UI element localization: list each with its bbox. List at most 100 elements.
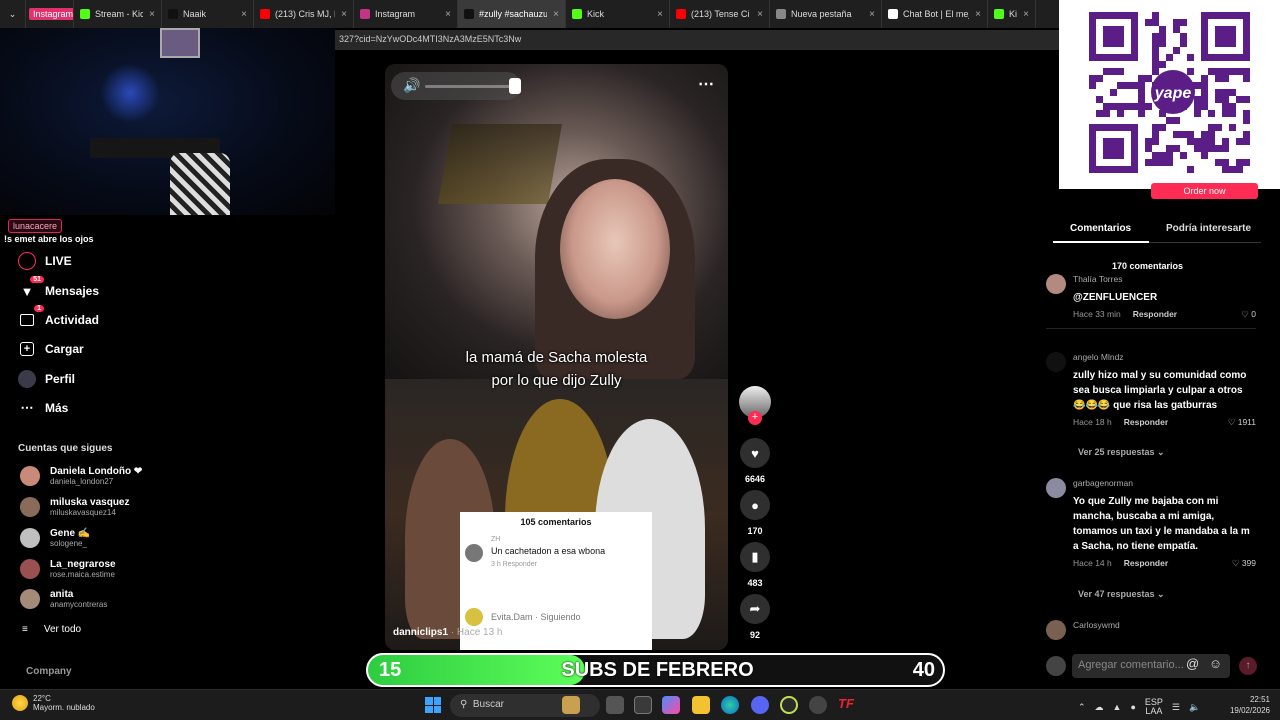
comment-action[interactable]: ● 170 [739, 490, 771, 536]
browser-tab[interactable]: Kick × [566, 0, 670, 28]
following-item[interactable]: Daniela Londoño ❤ daniela_london27 [20, 466, 142, 486]
company-link[interactable]: Company [26, 666, 72, 677]
video-author[interactable]: danniclips1 · Hace 13 h [393, 627, 503, 638]
browser-tab[interactable]: Naaik × [162, 0, 254, 28]
comment-user[interactable]: angelo Mlndz [1073, 352, 1256, 362]
nav-messages-label: Mensajes [45, 284, 100, 298]
tab-related[interactable]: Podría interesarte [1166, 223, 1251, 234]
browser-tab[interactable]: Stream - Kick Dash× [74, 0, 162, 28]
widget-app-icon[interactable] [562, 696, 580, 714]
following-item[interactable]: La_negrarose rose.maica.estime [20, 559, 116, 579]
avatar[interactable] [1046, 352, 1066, 372]
video-player[interactable]: la mamá de Sacha molesta por lo que dijo… [385, 64, 728, 650]
follow-plus-icon[interactable]: + [748, 411, 762, 425]
close-tab-icon[interactable]: × [439, 9, 451, 20]
browser-tab[interactable]: Nueva pestaña × [770, 0, 882, 28]
browser-tab[interactable]: Chat Bot | El mejor× [882, 0, 988, 28]
tab-label: #zully #sachauzur [479, 9, 548, 19]
wifi-icon[interactable]: ☰ [1172, 702, 1180, 713]
comment-like[interactable]: ♡ 1911 [1228, 417, 1256, 428]
close-tab-icon[interactable]: × [1017, 9, 1029, 20]
speaker-icon[interactable]: 🔊 [403, 77, 420, 94]
bookmark-icon[interactable]: ▮ [740, 542, 770, 572]
edge-icon[interactable] [721, 696, 739, 714]
reply-button[interactable]: Responder [1124, 558, 1168, 569]
comment-user[interactable]: Thalía Torres [1073, 274, 1256, 284]
store-icon[interactable] [634, 696, 652, 714]
see-all-link[interactable]: ≡ Ver todo [22, 624, 81, 635]
browser-tab[interactable]: Instagram [26, 0, 74, 28]
comment-icon[interactable]: ● [740, 490, 770, 520]
weather-widget[interactable]: 22°C Mayorm. nublado [12, 694, 95, 712]
following-item[interactable]: Gene ✍ sologene_ [20, 528, 90, 548]
close-tab-icon[interactable]: × [335, 9, 347, 20]
nav-messages[interactable]: ▼ 51 Mensajes [18, 276, 100, 300]
nav-more[interactable]: ⋯ Más [18, 399, 69, 417]
close-tab-icon[interactable]: × [751, 9, 763, 20]
language-indicator[interactable]: ESP LAA [1145, 698, 1163, 716]
creator-avatar[interactable]: + [739, 386, 771, 425]
copilot-icon[interactable] [662, 696, 680, 714]
address-bar[interactable]: 327?cid=NzYwODc4MTI3NzA3MzE5NTc3Nw [335, 30, 1059, 50]
avatar[interactable] [1046, 478, 1066, 498]
reply-button[interactable]: Responder [1133, 309, 1177, 320]
discord-icon[interactable] [751, 696, 769, 714]
view-replies-link[interactable]: Ver 47 respuestas ⌄ [1078, 589, 1165, 600]
browser-tab[interactable]: Ki × [988, 0, 1036, 28]
close-tab-icon[interactable]: × [863, 9, 875, 20]
avatar [20, 497, 40, 517]
nav-profile[interactable]: Perfil [18, 370, 75, 388]
emoji-icon[interactable]: ☺ [1209, 656, 1222, 671]
close-tab-icon[interactable]: × [651, 9, 663, 20]
following-item[interactable]: miluska vasquez miluskavasquez14 [20, 497, 129, 517]
network-icon[interactable]: ▲ [1113, 702, 1122, 712]
volume-thumb[interactable] [509, 78, 521, 94]
nav-upload[interactable]: + Cargar [18, 340, 84, 358]
settings-app-icon[interactable] [809, 696, 827, 714]
comment-user[interactable]: Carlosywmd [1073, 620, 1256, 630]
tab-list-dropdown[interactable]: ⌄ [0, 0, 26, 28]
avatar[interactable] [1046, 620, 1066, 640]
send-comment-button[interactable]: ↑ [1239, 657, 1257, 675]
nav-live[interactable]: LIVE [18, 252, 72, 270]
share-action[interactable]: ➦ 92 [739, 594, 771, 640]
close-tab-icon[interactable]: × [969, 9, 981, 20]
reply-button[interactable]: Responder [1124, 417, 1168, 428]
share-icon[interactable]: ➦ [740, 594, 770, 624]
more-options-icon[interactable]: ⋯ [698, 74, 714, 94]
order-now-button[interactable]: Order now [1151, 183, 1258, 199]
taskbar-clock[interactable]: 22:51 19/02/2026 [1230, 694, 1270, 716]
browser-tab[interactable]: #zully #sachauzur × [458, 0, 566, 28]
volume-slider[interactable] [425, 85, 510, 88]
comment-like[interactable]: ♡ 0 [1241, 309, 1256, 320]
inset-comment-user: ZH [491, 536, 501, 543]
obs-icon[interactable] [780, 696, 798, 714]
like-action[interactable]: ♥ 6646 [739, 438, 771, 484]
following-name: Gene ✍ [50, 528, 91, 539]
browser-tab[interactable]: (213) Cris MJ, Kali× [254, 0, 354, 28]
tiktok-studio-icon[interactable]: TF [838, 696, 856, 714]
following-item[interactable]: anita anamycontreras [20, 589, 107, 609]
mic-icon[interactable]: ● [1130, 702, 1135, 712]
onedrive-icon[interactable]: ☁ [1095, 702, 1104, 713]
volume-control[interactable]: 🔊 [391, 72, 521, 100]
tab-comments[interactable]: Comentarios [1070, 223, 1131, 234]
close-tab-icon[interactable]: × [143, 9, 155, 20]
browser-tab[interactable]: Instagram × [354, 0, 458, 28]
task-view-icon[interactable] [606, 696, 624, 714]
heart-icon[interactable]: ♥ [740, 438, 770, 468]
comment-like[interactable]: ♡ 399 [1232, 558, 1256, 569]
avatar[interactable] [1046, 274, 1066, 294]
view-replies-link[interactable]: Ver 25 respuestas ⌄ [1078, 447, 1165, 458]
volume-tray-icon[interactable]: 🔈 [1189, 702, 1200, 713]
close-tab-icon[interactable]: × [547, 9, 559, 20]
mention-icon[interactable]: @ [1186, 656, 1199, 671]
save-action[interactable]: ▮ 483 [739, 542, 771, 588]
close-tab-icon[interactable]: × [235, 9, 247, 20]
file-explorer-icon[interactable] [692, 696, 710, 714]
nav-activity[interactable]: 1 Actividad [18, 305, 99, 329]
comment-user[interactable]: garbagenorman [1073, 478, 1256, 488]
windows-start-icon[interactable] [425, 697, 441, 713]
browser-tab[interactable]: (213) Tense Ci × [670, 0, 770, 28]
chevron-up-icon[interactable]: ⌃ [1078, 702, 1086, 713]
